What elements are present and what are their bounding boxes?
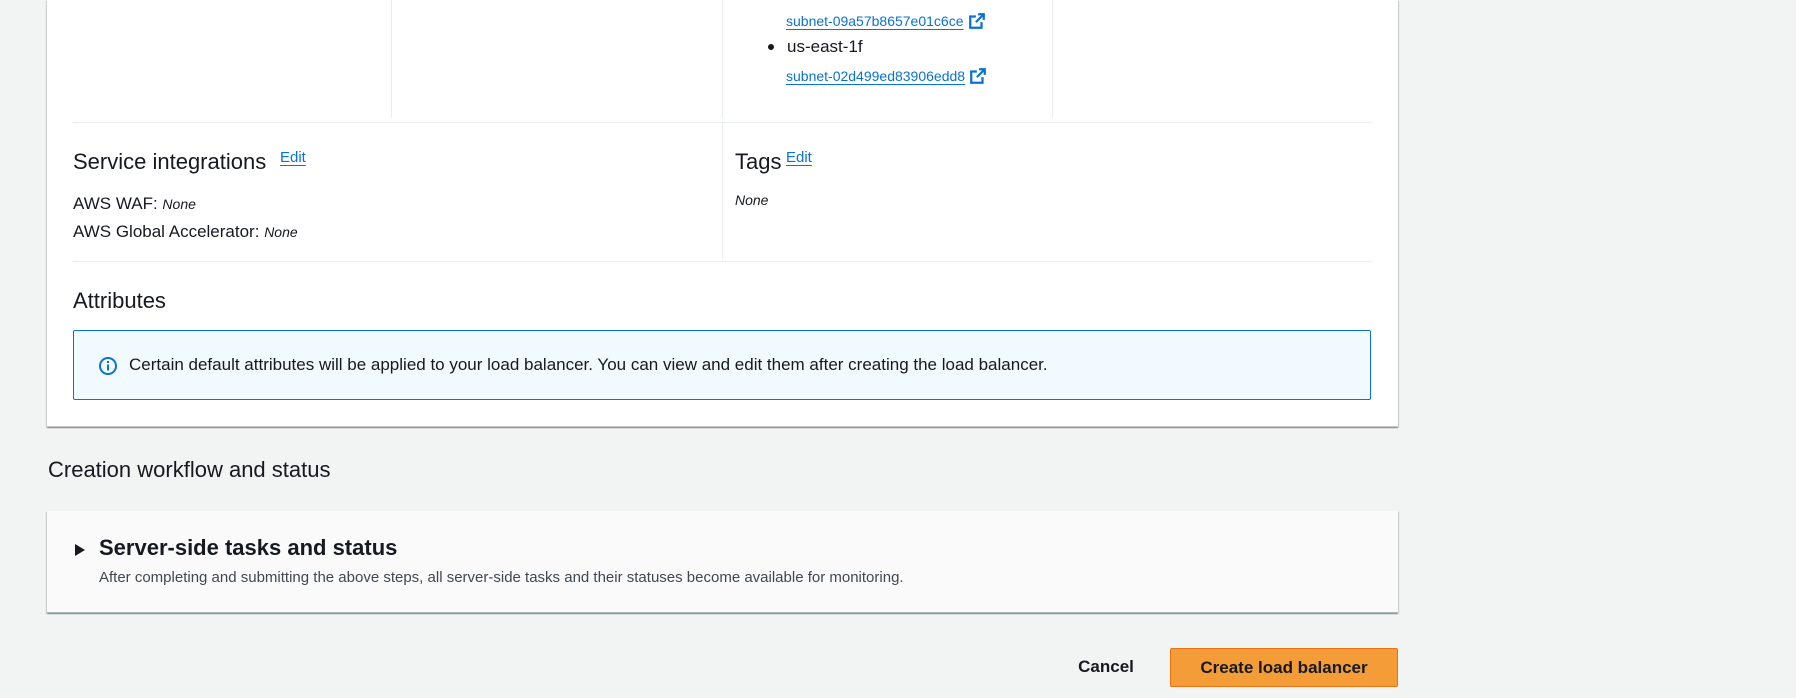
server-side-tasks-expandable[interactable]: Server-side tasks and status After compl… [47,511,1398,613]
attributes-info-alert: Certain default attributes will be appli… [73,330,1371,400]
external-link-icon [970,68,986,84]
global-accelerator-value: None [264,224,298,240]
attributes-info-text: Certain default attributes will be appli… [129,355,1048,374]
column-divider [722,123,723,259]
external-link-icon [968,13,985,29]
info-icon [99,357,117,375]
tags-title: Tags [735,149,782,174]
column-divider [1052,0,1053,118]
subnet-id-text: subnet-02d499ed83906edd8 [786,68,966,84]
cancel-button[interactable]: Cancel [1056,648,1156,686]
availability-zone-label: us-east-1f [787,37,863,56]
service-integrations-edit-link[interactable]: Edit [280,149,306,166]
server-side-tasks-title[interactable]: Server-side tasks and status [99,535,397,561]
aws-waf-row: AWS WAF: None [73,194,196,214]
tags-edit-link[interactable]: Edit [786,149,812,166]
bullet [768,44,774,50]
aws-waf-value: None [162,196,196,212]
global-accelerator-label: AWS Global Accelerator: [73,222,260,241]
attributes-title: Attributes [73,288,166,313]
column-divider [391,0,392,118]
server-side-tasks-description: After completing and submitting the abov… [99,569,904,586]
global-accelerator-row: AWS Global Accelerator: None [73,222,298,242]
aws-waf-label: AWS WAF: [73,194,158,213]
subnet-az-item: us-east-1f [768,37,863,57]
column-divider [722,0,723,118]
create-load-balancer-button[interactable]: Create load balancer [1170,648,1398,687]
section-divider [73,261,1372,262]
subnet-link[interactable]: subnet-02d499ed83906edd8 [786,67,987,85]
subnet-link[interactable]: subnet-09a57b8657e01c6ce [786,12,986,30]
creation-workflow-heading: Creation workflow and status [48,457,331,482]
service-integrations-title: Service integrations [73,149,267,174]
subnet-id-text: subnet-09a57b8657e01c6ce [786,13,964,29]
caret-right-icon[interactable] [74,543,86,557]
tags-value: None [735,192,769,208]
